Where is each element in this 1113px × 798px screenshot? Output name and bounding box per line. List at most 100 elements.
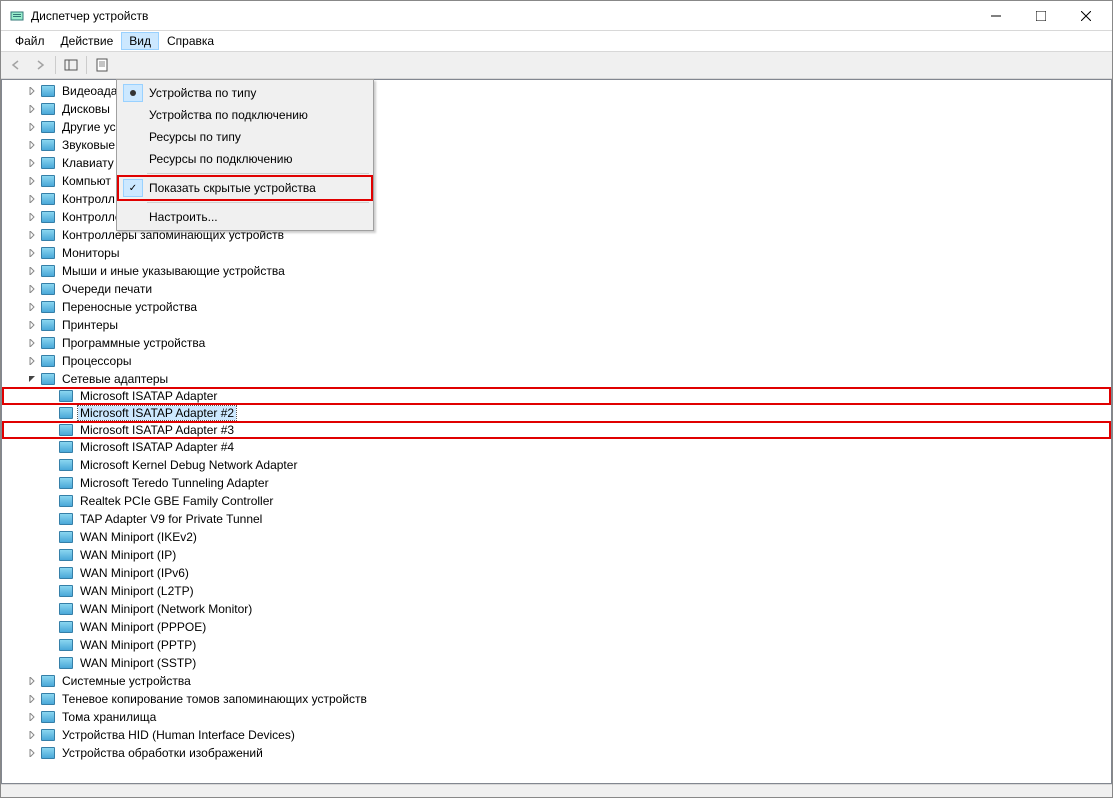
minimize-button[interactable] <box>973 1 1018 30</box>
tree-item-label: WAN Miniport (Network Monitor) <box>78 602 254 616</box>
category-item[interactable]: Тома хранилища <box>2 708 1111 726</box>
menu-view[interactable]: Вид <box>121 32 159 50</box>
network-adapter-item[interactable]: WAN Miniport (SSTP) <box>2 654 1111 672</box>
device-icon <box>40 673 56 689</box>
network-adapter-item[interactable]: Microsoft ISATAP Adapter #3 <box>2 421 1111 439</box>
network-adapter-item[interactable]: WAN Miniport (Network Monitor) <box>2 600 1111 618</box>
expand-icon[interactable] <box>24 709 40 725</box>
expand-icon[interactable] <box>24 353 40 369</box>
expand-icon[interactable] <box>24 335 40 351</box>
tree-item-label: WAN Miniport (L2TP) <box>78 584 196 598</box>
tree-item-label: WAN Miniport (PPTP) <box>78 638 198 652</box>
network-adapter-item[interactable]: WAN Miniport (IP) <box>2 546 1111 564</box>
expand-icon[interactable] <box>24 299 40 315</box>
expand-icon[interactable] <box>24 727 40 743</box>
category-item[interactable]: Мыши и иные указывающие устройства <box>2 262 1111 280</box>
expand-icon[interactable] <box>24 173 40 189</box>
category-item[interactable]: Принтеры <box>2 316 1111 334</box>
network-adapter-item[interactable]: Microsoft ISATAP Adapter #2 <box>2 404 1111 422</box>
network-adapter-item[interactable]: WAN Miniport (IPv6) <box>2 564 1111 582</box>
expand-icon[interactable] <box>24 745 40 761</box>
device-icon <box>40 191 56 207</box>
tree-item-label: Устройства обработки изображений <box>60 746 265 760</box>
network-adapter-item[interactable]: Microsoft Teredo Tunneling Adapter <box>2 474 1111 492</box>
tree-item-label: WAN Miniport (IP) <box>78 548 178 562</box>
tree-item-label: Переносные устройства <box>60 300 199 314</box>
dd-resources-by-connection[interactable]: Ресурсы по подключению <box>119 148 371 170</box>
expand-icon[interactable] <box>24 101 40 117</box>
expand-icon[interactable] <box>24 119 40 135</box>
tree-item-label: Сетевые адаптеры <box>60 372 170 386</box>
dd-devices-by-type[interactable]: Устройства по типу <box>119 82 371 104</box>
window-title: Диспетчер устройств <box>31 9 973 23</box>
expand-icon[interactable] <box>24 155 40 171</box>
network-adapter-item[interactable]: TAP Adapter V9 for Private Tunnel <box>2 510 1111 528</box>
category-item[interactable]: Переносные устройства <box>2 298 1111 316</box>
back-button[interactable] <box>5 54 27 76</box>
network-adapter-item[interactable]: Realtek PCIe GBE Family Controller <box>2 492 1111 510</box>
tree-item-label: Теневое копирование томов запоминающих у… <box>60 692 369 706</box>
menu-action[interactable]: Действие <box>53 32 122 50</box>
network-adapter-icon <box>58 422 74 438</box>
close-button[interactable] <box>1063 1 1108 30</box>
network-adapter-item[interactable]: Microsoft ISATAP Adapter <box>2 387 1111 405</box>
category-network-adapters[interactable]: Сетевые адаптеры <box>2 370 1111 388</box>
expand-icon[interactable] <box>24 227 40 243</box>
dd-resources-by-type[interactable]: Ресурсы по типу <box>119 126 371 148</box>
dd-devices-by-connection[interactable]: Устройства по подключению <box>119 104 371 126</box>
dd-customize[interactable]: Настроить... <box>119 206 371 228</box>
network-adapter-icon <box>58 439 74 455</box>
tree-item-label: Контролл <box>60 192 117 206</box>
network-adapter-icon <box>58 637 74 653</box>
network-adapter-item[interactable]: WAN Miniport (L2TP) <box>2 582 1111 600</box>
show-hide-tree-button[interactable] <box>60 54 82 76</box>
spacer <box>42 619 58 635</box>
network-adapter-item[interactable]: WAN Miniport (PPPOE) <box>2 618 1111 636</box>
network-adapter-item[interactable]: WAN Miniport (IKEv2) <box>2 528 1111 546</box>
category-item[interactable]: Процессоры <box>2 352 1111 370</box>
tree-item-label: Microsoft ISATAP Adapter #2 <box>78 406 236 420</box>
menu-help[interactable]: Справка <box>159 32 222 50</box>
dd-label: Ресурсы по типу <box>149 130 241 144</box>
expand-icon[interactable] <box>24 137 40 153</box>
tree-item-label: Microsoft ISATAP Adapter <box>78 389 219 403</box>
expand-icon[interactable] <box>24 209 40 225</box>
expand-icon[interactable] <box>24 317 40 333</box>
tree-item-label: Microsoft ISATAP Adapter #4 <box>78 440 236 454</box>
category-item[interactable]: Теневое копирование томов запоминающих у… <box>2 690 1111 708</box>
expand-icon[interactable] <box>24 691 40 707</box>
collapse-icon[interactable] <box>24 371 40 387</box>
device-icon <box>40 173 56 189</box>
spacer <box>42 439 58 455</box>
dd-label: Показать скрытые устройства <box>149 181 316 195</box>
category-item[interactable]: Очереди печати <box>2 280 1111 298</box>
spacer <box>42 529 58 545</box>
forward-button[interactable] <box>29 54 51 76</box>
device-icon <box>40 245 56 261</box>
expand-icon[interactable] <box>24 83 40 99</box>
tree-item-label: Realtek PCIe GBE Family Controller <box>78 494 275 508</box>
expand-icon[interactable] <box>24 673 40 689</box>
device-icon <box>40 727 56 743</box>
expand-icon[interactable] <box>24 191 40 207</box>
network-adapter-item[interactable]: Microsoft ISATAP Adapter #4 <box>2 438 1111 456</box>
category-item[interactable]: Устройства обработки изображений <box>2 744 1111 762</box>
category-item[interactable]: Системные устройства <box>2 672 1111 690</box>
toolbar <box>1 51 1112 79</box>
category-item[interactable]: Устройства HID (Human Interface Devices) <box>2 726 1111 744</box>
category-item[interactable]: Мониторы <box>2 244 1111 262</box>
dd-show-hidden[interactable]: ✓ Показать скрытые устройства <box>117 175 373 201</box>
network-adapter-item[interactable]: WAN Miniport (PPTP) <box>2 636 1111 654</box>
expand-icon[interactable] <box>24 281 40 297</box>
category-item[interactable]: Программные устройства <box>2 334 1111 352</box>
network-adapter-item[interactable]: Microsoft Kernel Debug Network Adapter <box>2 456 1111 474</box>
dd-label: Настроить... <box>149 210 218 224</box>
maximize-button[interactable] <box>1018 1 1063 30</box>
expand-icon[interactable] <box>24 263 40 279</box>
device-icon <box>40 691 56 707</box>
properties-button[interactable] <box>91 54 113 76</box>
menu-file[interactable]: Файл <box>7 32 53 50</box>
tree-item-label: WAN Miniport (IKEv2) <box>78 530 199 544</box>
tree-item-label: Видеоада <box>60 84 119 98</box>
expand-icon[interactable] <box>24 245 40 261</box>
